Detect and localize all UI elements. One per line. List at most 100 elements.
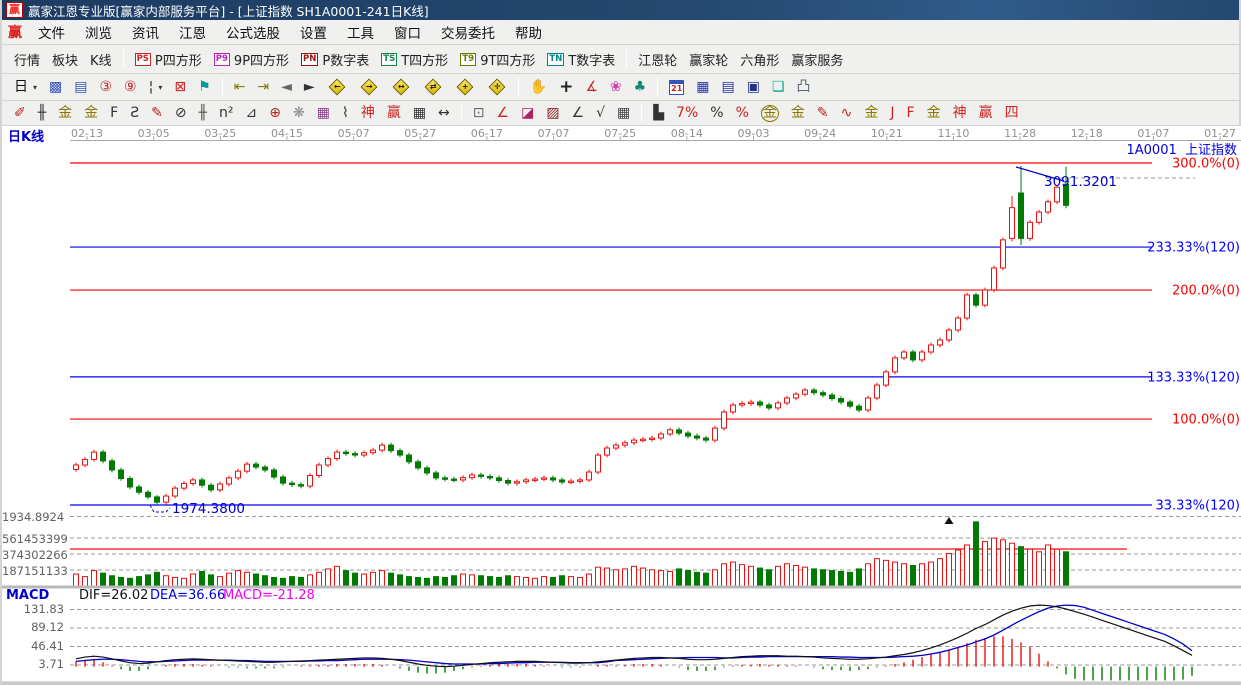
crosshair-tool-icon[interactable]: + <box>553 77 579 98</box>
first-bar-button-icon: ⇤ <box>233 78 246 95</box>
marks-tool[interactable]: ⌇ <box>336 103 355 124</box>
square-grid-tool[interactable]: ▦ <box>611 103 636 124</box>
spiral-tool[interactable]: Ƨ <box>124 103 145 124</box>
sectors-button[interactable]: 板块 <box>46 47 84 72</box>
grid-lines-tool[interactable]: ╫ <box>32 103 52 124</box>
wave-tool[interactable]: ∿ <box>835 103 859 124</box>
last-bar-button[interactable]: ⇥ <box>251 77 275 98</box>
j-angle-tool[interactable]: J <box>884 103 900 124</box>
gann-gold-square-tool[interactable]: 金 <box>52 103 78 124</box>
gann-right-button[interactable]: → <box>353 76 385 98</box>
gann-wheel-button[interactable]: 江恩轮 <box>632 47 683 72</box>
gann-cross-button[interactable]: + <box>449 76 481 98</box>
gann-lr-button[interactable]: ↔ <box>385 76 417 98</box>
candle-style-button[interactable]: ¦ ▾ <box>143 77 169 98</box>
gann-star-button[interactable]: ✛ <box>481 76 513 98</box>
angle-tool-icon[interactable]: ∡ <box>579 77 604 98</box>
grid-123-tool[interactable]: ▦ <box>407 103 432 124</box>
circle-cross-tool[interactable]: ⊘ <box>169 103 193 124</box>
hexagon-button[interactable]: 六角形 <box>734 47 785 72</box>
measure-tool-icon[interactable]: ❀ <box>604 77 628 98</box>
gann-left-button[interactable]: ← <box>321 76 353 98</box>
notes-icon[interactable]: ▤ <box>715 77 740 98</box>
gold-angle2-tool[interactable]: 金 <box>921 103 947 124</box>
price-bars-tool[interactable]: ▙ <box>647 103 670 124</box>
pencil-bars-tool[interactable]: ✎ <box>811 103 835 124</box>
menu-item-4[interactable]: 江恩 <box>169 20 216 44</box>
shen-tool[interactable]: 神 <box>355 103 381 124</box>
menu-item-2[interactable]: 浏览 <box>75 20 122 44</box>
angle-line-tool[interactable]: ∠ <box>566 103 591 124</box>
calculator-icon[interactable]: ▦ <box>690 77 715 98</box>
percent-line-tool[interactable]: % <box>730 103 755 124</box>
menu-item-1[interactable]: 文件 <box>28 20 75 44</box>
fan-box-tool[interactable]: ◪ <box>515 103 540 124</box>
gold-circle-tool[interactable]: 金 <box>755 102 785 125</box>
ying-tool[interactable]: 赢 <box>381 103 407 124</box>
prev-bar-button[interactable]: ◄ <box>275 77 298 98</box>
menu-item-9[interactable]: 交易委托 <box>431 20 505 44</box>
box-select-tool[interactable]: ⊡ <box>467 103 491 124</box>
export-image-icon[interactable]: ❏ <box>766 77 791 98</box>
rail-tool[interactable]: ╫ <box>193 103 213 124</box>
f-grid-tool[interactable]: F <box>104 103 124 124</box>
winner-wheel-button[interactable]: 赢家轮 <box>683 47 734 72</box>
prev-bar-button-icon: ◄ <box>281 78 292 95</box>
percent7-tool[interactable]: 7% <box>670 103 704 124</box>
quotes-button[interactable]: 行情 <box>8 47 46 72</box>
angle-pencil-tool[interactable]: ⊿ <box>240 103 264 124</box>
p-number-button[interactable]: PN P数字表 <box>295 47 375 72</box>
target-tool[interactable]: ⊕ <box>263 103 287 124</box>
copy-page-icon[interactable]: ▤ <box>68 77 93 98</box>
winner-service-button[interactable]: 赢家服务 <box>785 47 849 72</box>
h-range-tool[interactable]: ↔ <box>432 103 456 124</box>
menu-item-6[interactable]: 设置 <box>290 20 337 44</box>
calendar-button[interactable]: 21 <box>663 77 690 98</box>
save-icon[interactable]: ▣ <box>741 77 766 98</box>
t-number-button[interactable]: TN T数字表 <box>541 47 621 72</box>
zoom-window-icon[interactable]: ▩ <box>43 77 68 98</box>
p9-square-button[interactable]: P9 9P四方形 <box>208 47 295 72</box>
delete-tool-icon[interactable]: ⊠ <box>168 77 192 98</box>
f-angle-tool[interactable]: F <box>901 103 921 124</box>
p-square-button[interactable]: PS P四方形 <box>129 47 208 72</box>
dense-grid-tool[interactable]: ▨ <box>540 103 565 124</box>
check-curve-tool-icon: √ <box>596 104 606 121</box>
t9-square-button[interactable]: T9 9T四方形 <box>454 47 541 72</box>
grid-web-tool[interactable]: ▦ <box>311 103 336 124</box>
pattern-tool-icon[interactable]: ♣ <box>628 77 653 98</box>
winner-service-button-label: 赢家服务 <box>791 53 844 69</box>
t-square-button[interactable]: TS T四方形 <box>375 47 454 72</box>
menu-item-7[interactable]: 工具 <box>337 20 384 44</box>
mini-chart-3-icon[interactable]: ③ <box>93 77 118 98</box>
first-bar-button[interactable]: ⇤ <box>228 77 252 98</box>
web-tool[interactable]: ❋ <box>287 103 311 124</box>
mini-chart-9-icon[interactable]: ⑨ <box>118 77 143 98</box>
gann-swap-button[interactable]: ⇄ <box>417 76 449 98</box>
ying-angle-tool[interactable]: 赢 <box>973 103 999 124</box>
menu-item-3[interactable]: 资讯 <box>122 20 169 44</box>
gann-gold-square2-tool[interactable]: 金 <box>78 103 104 124</box>
n2-tool[interactable]: n² <box>213 103 240 124</box>
menu-item-10[interactable]: 帮助 <box>505 20 552 44</box>
period-select-button[interactable]: 日 ▾ <box>8 77 43 98</box>
pencil-tool[interactable]: ✎ <box>145 103 169 124</box>
p9-square-button-icon: P9 <box>213 52 230 66</box>
next-bar-button[interactable]: ► <box>298 77 321 98</box>
color-flag-icon[interactable]: ⚑ <box>192 77 217 98</box>
si-angle-tool[interactable]: 四 <box>999 103 1025 124</box>
print-icon[interactable]: 凸 <box>790 77 816 98</box>
shen-angle-tool[interactable]: 神 <box>947 103 973 124</box>
kline-button[interactable]: K线 <box>84 47 118 72</box>
check-curve-tool[interactable]: √ <box>590 103 611 124</box>
gold-angle-tool[interactable]: 金 <box>858 103 884 124</box>
pencil-line-tool[interactable]: ✐ <box>8 103 32 124</box>
menu-item-8[interactable]: 窗口 <box>384 20 431 44</box>
fan-lines-tool[interactable]: ∠ <box>491 103 516 124</box>
percent-tool[interactable]: % <box>704 103 729 124</box>
hand-tool-icon[interactable]: ✋ <box>524 77 553 98</box>
menu-item-5[interactable]: 公式选股 <box>216 20 290 44</box>
volume-bar <box>217 576 223 587</box>
gold-line-tool[interactable]: 金 <box>785 103 811 124</box>
candlestick <box>334 451 340 460</box>
